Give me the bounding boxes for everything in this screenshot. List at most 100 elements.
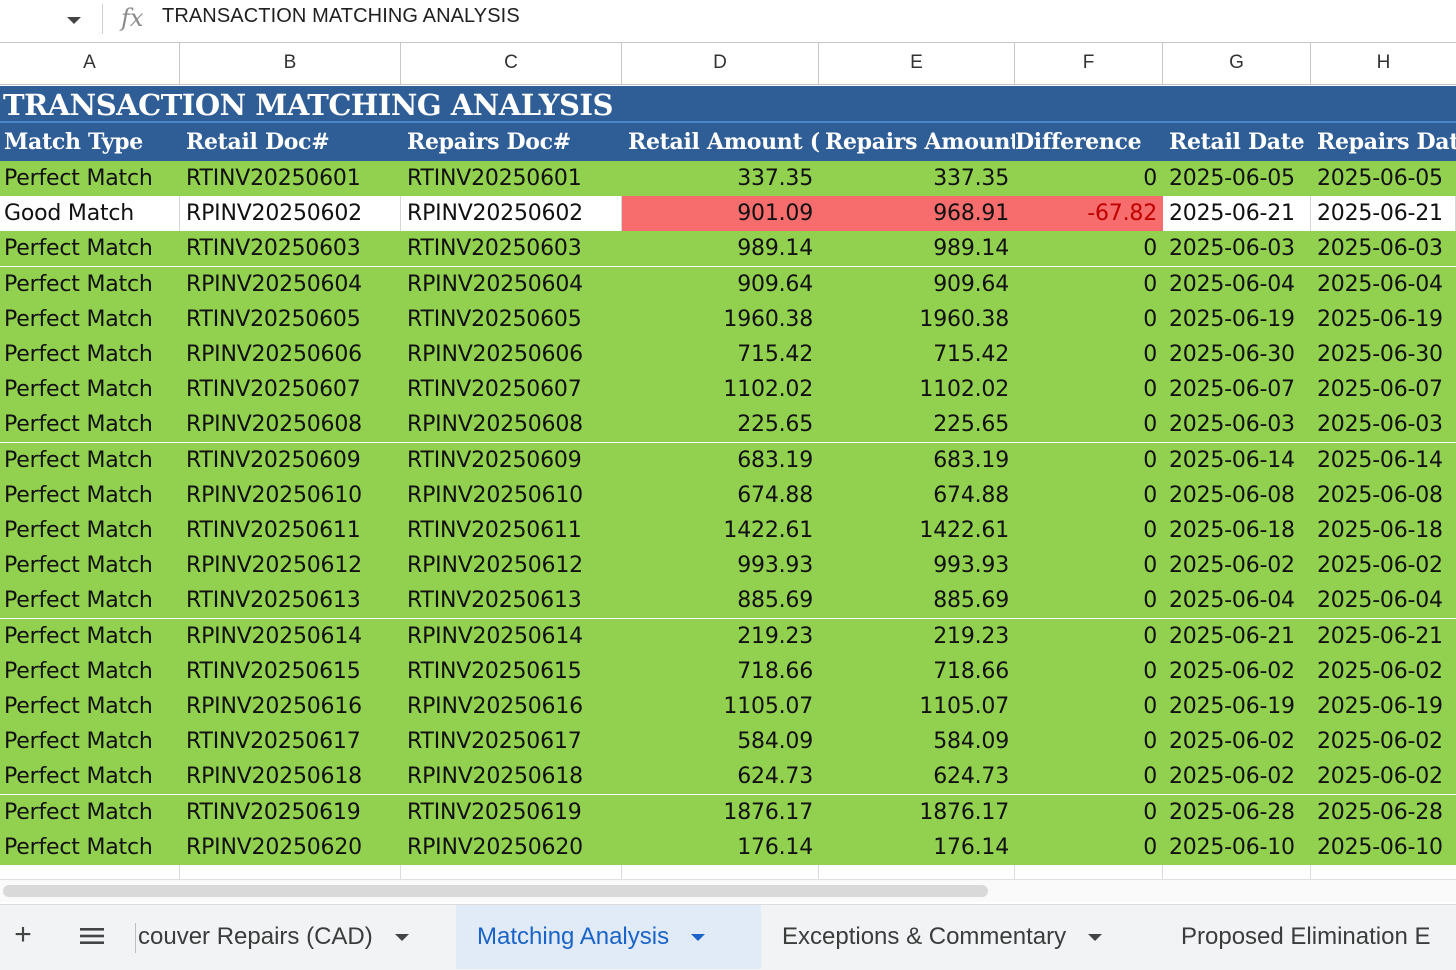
cell-repairs-date[interactable]: 2025-06-19 bbox=[1311, 689, 1456, 724]
cell-repairs-doc[interactable]: RTINV20250605 bbox=[401, 302, 622, 337]
cell-retail-amount[interactable]: 225.65 bbox=[622, 407, 819, 442]
cell-retail-doc[interactable]: RTINV20250605 bbox=[180, 302, 401, 337]
cell-repairs-date[interactable]: 2025-06-10 bbox=[1311, 830, 1456, 865]
cell-match-type[interactable]: Perfect Match bbox=[0, 548, 180, 583]
cell-repairs-doc[interactable]: RTINV20250619 bbox=[401, 795, 622, 830]
header-match-type[interactable]: Match Type bbox=[0, 123, 180, 161]
table-row[interactable]: Perfect Match RTINV20250619 RTINV20250619 1… bbox=[0, 795, 1456, 830]
column-header-g[interactable]: G bbox=[1163, 43, 1311, 84]
cell-repairs-date[interactable]: 2025-06-04 bbox=[1311, 583, 1456, 618]
table-row[interactable]: Perfect Match RTINV20250615 RTINV20250615 7… bbox=[0, 654, 1456, 689]
cell-retail-date[interactable]: 2025-06-02 bbox=[1163, 724, 1311, 759]
tab-proposed-elimination[interactable]: Proposed Elimination E bbox=[1161, 905, 1456, 969]
cell-repairs-amount[interactable]: 1960.38 bbox=[819, 302, 1015, 337]
cell-repairs-amount[interactable]: 993.93 bbox=[819, 548, 1015, 583]
cell-retail-amount[interactable]: 683.19 bbox=[622, 443, 819, 478]
table-row[interactable]: Perfect Match RPINV20250608 RPINV20250608 2… bbox=[0, 407, 1456, 442]
cell-repairs-amount[interactable]: 584.09 bbox=[819, 724, 1015, 759]
column-header-d[interactable]: D bbox=[622, 43, 819, 84]
table-row[interactable]: Perfect Match RPINV20250614 RPINV20250614 2… bbox=[0, 619, 1456, 654]
table-row[interactable]: Perfect Match RTINV20250605 RTINV20250605 1… bbox=[0, 302, 1456, 337]
cell-difference[interactable]: 0 bbox=[1015, 548, 1163, 583]
cell-repairs-date[interactable]: 2025-06-02 bbox=[1311, 654, 1456, 689]
cell-retail-doc[interactable]: RPINV20250608 bbox=[180, 407, 401, 442]
cell-repairs-doc[interactable]: RPINV20250612 bbox=[401, 548, 622, 583]
cell-retail-amount[interactable]: 1422.61 bbox=[622, 513, 819, 548]
cell-repairs-date[interactable]: 2025-06-02 bbox=[1311, 548, 1456, 583]
cell-retail-doc[interactable]: RPINV20250620 bbox=[180, 830, 401, 865]
cell-retail-amount[interactable]: 1876.17 bbox=[622, 795, 819, 830]
cell-difference[interactable]: 0 bbox=[1015, 161, 1163, 196]
cell-repairs-date[interactable]: 2025-06-03 bbox=[1311, 231, 1456, 266]
table-row[interactable]: Perfect Match RPINV20250610 RPINV20250610 6… bbox=[0, 478, 1456, 513]
cell-repairs-date[interactable]: 2025-06-14 bbox=[1311, 443, 1456, 478]
table-row[interactable]: Perfect Match RTINV20250601 RTINV20250601 3… bbox=[0, 161, 1456, 196]
column-header-f[interactable]: F bbox=[1015, 43, 1163, 84]
cell-repairs-date[interactable]: 2025-06-04 bbox=[1311, 267, 1456, 302]
cell-repairs-date[interactable]: 2025-06-30 bbox=[1311, 337, 1456, 372]
formula-input[interactable]: TRANSACTION MATCHING ANALYSIS bbox=[162, 5, 520, 28]
cell-retail-amount[interactable]: 718.66 bbox=[622, 654, 819, 689]
cell-repairs-doc[interactable]: RPINV20250604 bbox=[401, 267, 622, 302]
table-row[interactable]: Perfect Match RTINV20250611 RTINV20250611 1… bbox=[0, 513, 1456, 548]
cell-retail-amount[interactable]: 1102.02 bbox=[622, 372, 819, 407]
cell-retail-doc[interactable]: RPINV20250602 bbox=[180, 196, 401, 231]
cell-repairs-amount[interactable]: 1422.61 bbox=[819, 513, 1015, 548]
cell-repairs-doc[interactable]: RTINV20250617 bbox=[401, 724, 622, 759]
cell-retail-amount[interactable]: 993.93 bbox=[622, 548, 819, 583]
cell-match-type[interactable]: Perfect Match bbox=[0, 795, 180, 830]
empty-row[interactable] bbox=[0, 865, 1456, 879]
cell-match-type[interactable]: Perfect Match bbox=[0, 443, 180, 478]
cell-repairs-amount[interactable]: 674.88 bbox=[819, 478, 1015, 513]
chevron-down-icon[interactable] bbox=[691, 934, 706, 942]
cell-difference[interactable]: 0 bbox=[1015, 759, 1163, 794]
horizontal-scrollbar[interactable] bbox=[0, 879, 1456, 902]
cell-match-type[interactable]: Perfect Match bbox=[0, 478, 180, 513]
cell-repairs-amount[interactable]: 715.42 bbox=[819, 337, 1015, 372]
cell-repairs-amount[interactable]: 225.65 bbox=[819, 407, 1015, 442]
table-row[interactable]: Perfect Match RPINV20250612 RPINV20250612 9… bbox=[0, 548, 1456, 583]
cell-retail-doc[interactable]: RPINV20250610 bbox=[180, 478, 401, 513]
cell-retail-date[interactable]: 2025-06-21 bbox=[1163, 196, 1311, 231]
table-row[interactable]: Perfect Match RPINV20250616 RPINV20250616 1… bbox=[0, 689, 1456, 724]
cell-difference[interactable]: 0 bbox=[1015, 830, 1163, 865]
tab-matching-analysis[interactable]: Matching Analysis bbox=[456, 905, 761, 969]
cell-repairs-doc[interactable]: RTINV20250601 bbox=[401, 161, 622, 196]
cell-retail-date[interactable]: 2025-06-05 bbox=[1163, 161, 1311, 196]
cell-retail-date[interactable]: 2025-06-02 bbox=[1163, 654, 1311, 689]
cell-retail-date[interactable]: 2025-06-21 bbox=[1163, 619, 1311, 654]
cell-repairs-doc[interactable]: RPINV20250620 bbox=[401, 830, 622, 865]
column-header-c[interactable]: C bbox=[401, 43, 622, 84]
cell-retail-date[interactable]: 2025-06-07 bbox=[1163, 372, 1311, 407]
cell-repairs-doc[interactable]: RTINV20250613 bbox=[401, 583, 622, 618]
cell-difference[interactable]: 0 bbox=[1015, 689, 1163, 724]
cell-match-type[interactable]: Good Match bbox=[0, 196, 180, 231]
table-header-row[interactable]: Match Type Retail Doc# Repairs Doc# Reta… bbox=[0, 123, 1456, 161]
cell-repairs-date[interactable]: 2025-06-05 bbox=[1311, 161, 1456, 196]
cell-repairs-amount[interactable]: 683.19 bbox=[819, 443, 1015, 478]
cell-repairs-amount[interactable]: 624.73 bbox=[819, 759, 1015, 794]
name-box-dropdown-icon[interactable] bbox=[64, 10, 84, 30]
cell-retail-doc[interactable]: RTINV20250617 bbox=[180, 724, 401, 759]
cell-difference[interactable]: 0 bbox=[1015, 795, 1163, 830]
cell-retail-amount[interactable]: 674.88 bbox=[622, 478, 819, 513]
table-row[interactable]: Perfect Match RTINV20250607 RTINV20250607 1… bbox=[0, 372, 1456, 407]
cell-match-type[interactable]: Perfect Match bbox=[0, 583, 180, 618]
cell-retail-doc[interactable]: RPINV20250612 bbox=[180, 548, 401, 583]
table-row[interactable]: Perfect Match RTINV20250609 RTINV20250609 6… bbox=[0, 443, 1456, 478]
cell-difference[interactable]: 0 bbox=[1015, 267, 1163, 302]
cell-repairs-date[interactable]: 2025-06-18 bbox=[1311, 513, 1456, 548]
cell-retail-date[interactable]: 2025-06-02 bbox=[1163, 548, 1311, 583]
cell-retail-amount[interactable]: 176.14 bbox=[622, 830, 819, 865]
cell-match-type[interactable]: Perfect Match bbox=[0, 513, 180, 548]
cell-match-type[interactable]: Perfect Match bbox=[0, 267, 180, 302]
column-header-a[interactable]: A bbox=[0, 43, 180, 84]
cell-repairs-amount[interactable]: 968.91 bbox=[819, 196, 1015, 231]
cell-repairs-date[interactable]: 2025-06-07 bbox=[1311, 372, 1456, 407]
cell-repairs-amount[interactable]: 1876.17 bbox=[819, 795, 1015, 830]
column-header-b[interactable]: B bbox=[180, 43, 401, 84]
cell-repairs-doc[interactable]: RPINV20250610 bbox=[401, 478, 622, 513]
cell-retail-date[interactable]: 2025-06-03 bbox=[1163, 231, 1311, 266]
cell-match-type[interactable]: Perfect Match bbox=[0, 724, 180, 759]
cell-retail-amount[interactable]: 901.09 bbox=[622, 196, 819, 231]
